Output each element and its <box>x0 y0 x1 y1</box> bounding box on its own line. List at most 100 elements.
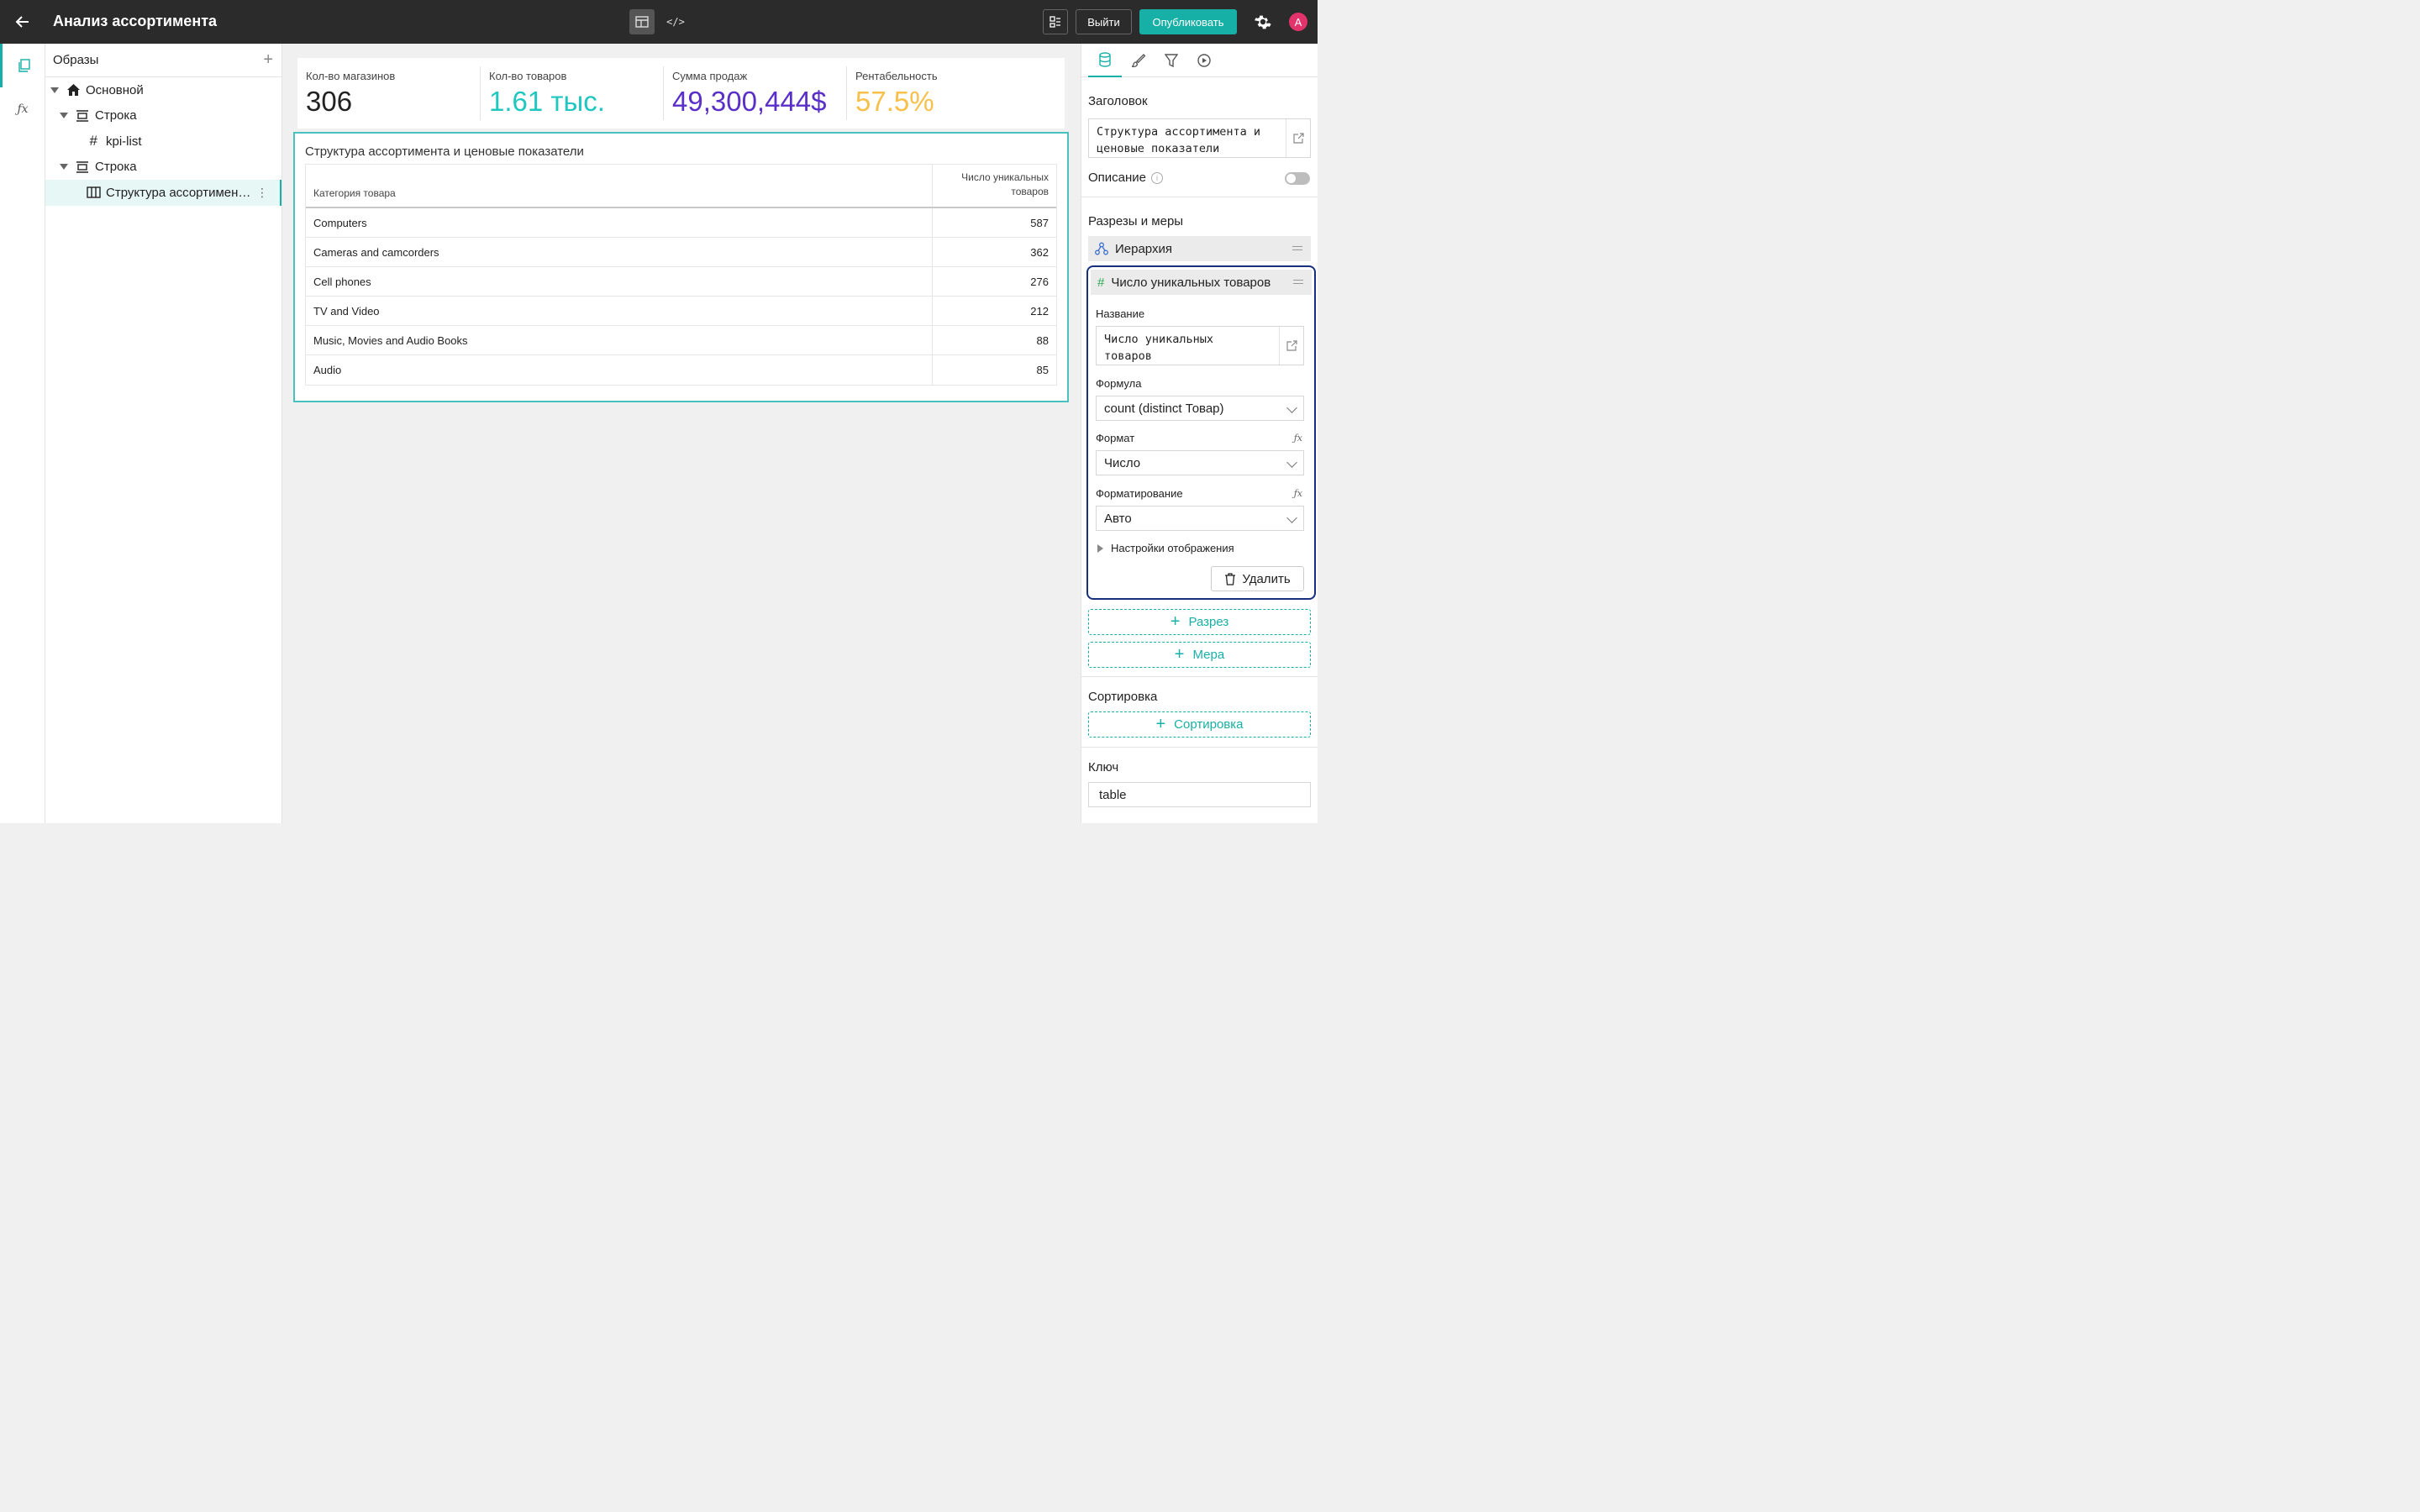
expand-editor-button[interactable] <box>1286 119 1310 157</box>
layout-icon <box>635 16 649 28</box>
tree-node-kpi-list[interactable]: # kpi-list <box>45 129 281 155</box>
add-dimension-button[interactable]: + Разрез <box>1088 609 1311 635</box>
display-settings-toggle[interactable]: Настройки отображения <box>1097 542 1234 554</box>
code-mode-button[interactable]: </> <box>663 9 688 34</box>
cell-category: Cell phones <box>313 276 371 288</box>
left-rail: ƒx <box>0 44 45 823</box>
add-sort-label: Сортировка <box>1174 717 1244 732</box>
plus-icon: + <box>1155 715 1166 733</box>
caret-down-icon[interactable] <box>60 113 68 119</box>
name-label: Название <box>1096 307 1145 320</box>
tree-node-label: kpi-list <box>106 134 142 149</box>
column-header[interactable]: Категория товара <box>313 187 396 199</box>
kpi-list[interactable]: Кол-во магазинов 306 Кол-во товаров 1.61… <box>297 58 1065 129</box>
table-icon <box>86 185 101 200</box>
add-dimension-label: Разрез <box>1188 615 1229 629</box>
tree-panel: Образы + Основной Строка # kpi-list Стро… <box>45 44 282 823</box>
format-select[interactable]: Число <box>1096 450 1304 475</box>
tree-node-table[interactable]: Структура ассортимента и ценовые показат… <box>45 180 281 206</box>
formatting-value: Авто <box>1104 512 1132 526</box>
properties-panel: Заголовок Структура ассортимента и ценов… <box>1081 44 1318 823</box>
avatar[interactable]: A <box>1289 13 1307 31</box>
structure-button[interactable] <box>1043 9 1068 34</box>
table-row: Cell phones 276 <box>306 267 1056 297</box>
caret-right-icon <box>1097 543 1103 553</box>
tab-style[interactable] <box>1122 44 1155 77</box>
tree-node-row[interactable]: Строка <box>45 155 281 181</box>
cell-count: 276 <box>1030 276 1049 288</box>
column-header[interactable]: Число уникальных товаров <box>939 171 1049 199</box>
tree-node-label: Строка <box>95 108 137 123</box>
exit-button[interactable]: Выйти <box>1076 9 1132 34</box>
arrow-left-icon <box>15 16 29 28</box>
drag-handle-icon[interactable] <box>1293 280 1303 284</box>
data-table: Категория товара Число уникальных товаро… <box>305 164 1057 386</box>
divider <box>1081 747 1318 748</box>
row-icon <box>75 108 90 123</box>
tab-actions[interactable] <box>1187 44 1221 77</box>
caret-down-icon[interactable] <box>60 164 68 171</box>
publish-button[interactable]: Опубликовать <box>1139 9 1237 34</box>
cell-count: 85 <box>1036 364 1049 376</box>
table-row: TV and Video 212 <box>306 297 1056 326</box>
name-input[interactable]: Число уникальных товаров <box>1096 326 1304 365</box>
tab-data[interactable] <box>1088 44 1122 77</box>
title-input[interactable]: Структура ассортимента и ценовые показат… <box>1088 118 1311 158</box>
layout-mode-button[interactable] <box>629 9 655 34</box>
tab-filter[interactable] <box>1155 44 1188 77</box>
tree-node-label: Основной <box>86 82 144 97</box>
tree-node-row[interactable]: Строка <box>45 103 281 129</box>
cell-count: 88 <box>1036 334 1049 347</box>
delete-label: Удалить <box>1242 571 1291 586</box>
table-header: Категория товара Число уникальных товаро… <box>306 165 1056 208</box>
add-measure-button[interactable]: + Мера <box>1088 642 1311 668</box>
drag-handle-icon[interactable] <box>1292 246 1302 250</box>
key-input[interactable]: table <box>1088 782 1311 807</box>
formatting-select[interactable]: Авто <box>1096 506 1304 531</box>
more-vertical-icon[interactable]: ⋮ <box>256 186 268 200</box>
rail-item-functions[interactable]: ƒx <box>0 87 45 131</box>
function-icon[interactable]: ƒx <box>1294 488 1302 499</box>
table-row: Computers 587 <box>306 208 1056 238</box>
cell-count: 587 <box>1030 217 1049 229</box>
kpi-item: Кол-во магазинов 306 <box>297 58 481 129</box>
database-icon <box>1099 52 1111 67</box>
row-icon <box>75 160 90 175</box>
back-button[interactable] <box>8 8 37 35</box>
expand-editor-button[interactable] <box>1279 327 1303 365</box>
plus-icon: + <box>1170 612 1181 631</box>
hierarchy-item[interactable]: Иерархия <box>1088 236 1311 261</box>
trash-icon <box>1225 572 1236 585</box>
chevron-down-icon <box>1286 512 1297 523</box>
add-icon[interactable]: + <box>263 50 273 70</box>
tree-node-main[interactable]: Основной <box>45 77 281 103</box>
table-row: Music, Movies and Audio Books 88 <box>306 326 1056 355</box>
kpi-item: Рентабельность 57.5% <box>847 58 1030 129</box>
add-sort-button[interactable]: + Сортировка <box>1088 711 1311 738</box>
canvas: Кол-во магазинов 306 Кол-во товаров 1.61… <box>283 44 1081 823</box>
brush-icon <box>1131 54 1146 68</box>
description-toggle[interactable] <box>1285 172 1310 185</box>
sort-label: Сортировка <box>1088 690 1158 704</box>
cell-count: 362 <box>1030 246 1049 259</box>
settings-button[interactable] <box>1251 10 1275 34</box>
measure-editor: # Число уникальных товаров Название Числ… <box>1086 265 1316 600</box>
gear-icon <box>1255 15 1271 29</box>
cell-category: Cameras and camcorders <box>313 246 439 259</box>
format-value: Число <box>1104 456 1141 470</box>
open-external-icon <box>1292 133 1304 144</box>
caret-down-icon[interactable] <box>50 87 59 93</box>
kpi-label: Кол-во магазинов <box>306 70 396 82</box>
measure-header[interactable]: # Число уникальных товаров <box>1091 270 1312 295</box>
section-label: Разрезы и меры <box>1088 214 1184 228</box>
table-widget[interactable]: Структура ассортимента и ценовые показат… <box>293 132 1069 402</box>
top-bar: Анализ ассортимента </> Выйти Опубликова… <box>0 0 1318 44</box>
format-label: Формат <box>1096 432 1135 444</box>
delete-button[interactable]: Удалить <box>1211 566 1304 591</box>
function-icon: ƒx <box>17 102 29 116</box>
function-icon[interactable]: ƒx <box>1294 433 1302 444</box>
rail-item-layers[interactable] <box>0 44 45 87</box>
description-label: Описание i <box>1088 171 1164 185</box>
formula-select[interactable]: count (distinct Товар) <box>1096 396 1304 421</box>
kpi-value: 49,300,444$ <box>672 86 827 117</box>
